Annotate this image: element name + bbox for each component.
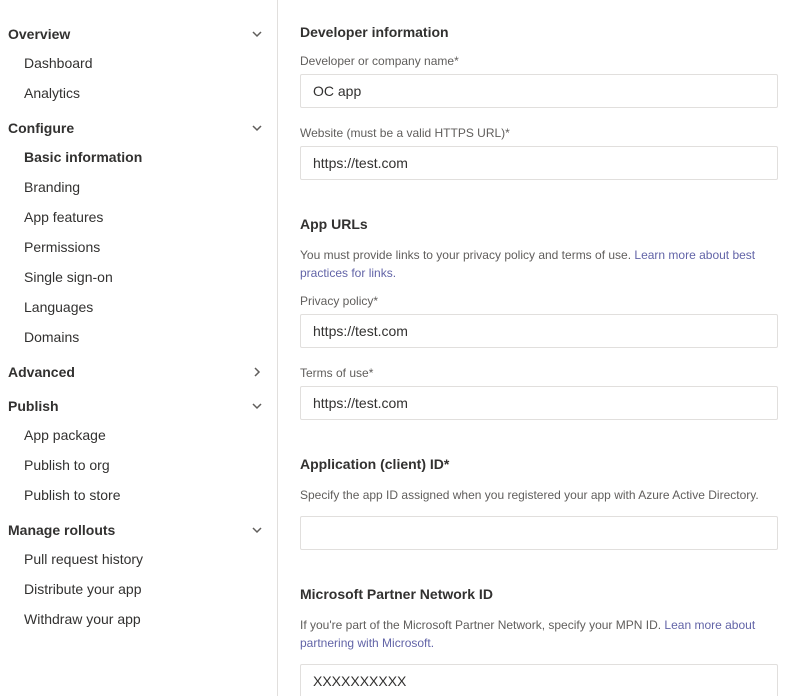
section-app-urls: App URLs You must provide links to your … (300, 216, 778, 420)
sidebar-item-permissions[interactable]: Permissions (0, 232, 277, 262)
desc-text: You must provide links to your privacy p… (300, 248, 634, 262)
chevron-down-icon (251, 122, 263, 134)
section-developer-information: Developer information Developer or compa… (300, 24, 778, 180)
section-desc-app-urls: You must provide links to your privacy p… (300, 246, 778, 282)
field-label-privacy-policy: Privacy policy* (300, 294, 778, 308)
field-company-name: Developer or company name* (300, 54, 778, 108)
field-privacy-policy: Privacy policy* (300, 294, 778, 348)
main-content: Developer information Developer or compa… (278, 0, 800, 696)
mpn-id-input[interactable] (300, 664, 778, 696)
sidebar-item-pull-request-history[interactable]: Pull request history (0, 544, 277, 574)
sidebar-item-basic-information[interactable]: Basic information (0, 142, 277, 172)
field-terms-of-use: Terms of use* (300, 366, 778, 420)
sidebar-item-app-features[interactable]: App features (0, 202, 277, 232)
privacy-policy-input[interactable] (300, 314, 778, 348)
nav-header-configure[interactable]: Configure (0, 114, 277, 142)
sidebar: Overview Dashboard Analytics Configure B… (0, 0, 278, 696)
chevron-right-icon (251, 366, 263, 378)
sidebar-item-dashboard[interactable]: Dashboard (0, 48, 277, 78)
company-name-input[interactable] (300, 74, 778, 108)
nav-group-configure: Configure Basic information Branding App… (0, 114, 277, 352)
section-title-app-urls: App URLs (300, 216, 778, 232)
sidebar-item-analytics[interactable]: Analytics (0, 78, 277, 108)
chevron-down-icon (251, 524, 263, 536)
section-client-id: Application (client) ID* Specify the app… (300, 456, 778, 550)
terms-of-use-input[interactable] (300, 386, 778, 420)
sidebar-item-single-sign-on[interactable]: Single sign-on (0, 262, 277, 292)
nav-header-label: Configure (8, 120, 251, 136)
sidebar-item-publish-to-store[interactable]: Publish to store (0, 480, 277, 510)
nav-header-label: Overview (8, 26, 251, 42)
nav-header-overview[interactable]: Overview (0, 20, 277, 48)
chevron-down-icon (251, 400, 263, 412)
chevron-down-icon (251, 28, 263, 40)
website-input[interactable] (300, 146, 778, 180)
nav-header-label: Manage rollouts (8, 522, 251, 538)
section-title-mpn-id: Microsoft Partner Network ID (300, 586, 778, 602)
nav-group-overview: Overview Dashboard Analytics (0, 20, 277, 108)
section-desc-mpn-id: If you're part of the Microsoft Partner … (300, 616, 778, 652)
section-title-client-id: Application (client) ID* (300, 456, 778, 472)
field-mpn-id (300, 664, 778, 696)
desc-text: If you're part of the Microsoft Partner … (300, 618, 664, 632)
sidebar-item-withdraw-your-app[interactable]: Withdraw your app (0, 604, 277, 634)
nav-group-advanced: Advanced (0, 358, 277, 386)
nav-header-publish[interactable]: Publish (0, 392, 277, 420)
section-desc-client-id: Specify the app ID assigned when you reg… (300, 486, 778, 504)
sidebar-item-branding[interactable]: Branding (0, 172, 277, 202)
sidebar-item-distribute-your-app[interactable]: Distribute your app (0, 574, 277, 604)
field-website: Website (must be a valid HTTPS URL)* (300, 126, 778, 180)
nav-header-advanced[interactable]: Advanced (0, 358, 277, 386)
sidebar-item-domains[interactable]: Domains (0, 322, 277, 352)
section-mpn-id: Microsoft Partner Network ID If you're p… (300, 586, 778, 696)
sidebar-item-app-package[interactable]: App package (0, 420, 277, 450)
nav-group-manage-rollouts: Manage rollouts Pull request history Dis… (0, 516, 277, 634)
nav-header-label: Advanced (8, 364, 251, 380)
nav-group-publish: Publish App package Publish to org Publi… (0, 392, 277, 510)
nav-header-manage-rollouts[interactable]: Manage rollouts (0, 516, 277, 544)
field-label-terms-of-use: Terms of use* (300, 366, 778, 380)
sidebar-item-languages[interactable]: Languages (0, 292, 277, 322)
sidebar-item-publish-to-org[interactable]: Publish to org (0, 450, 277, 480)
field-client-id (300, 516, 778, 550)
field-label-company-name: Developer or company name* (300, 54, 778, 68)
section-title-developer-information: Developer information (300, 24, 778, 40)
field-label-website: Website (must be a valid HTTPS URL)* (300, 126, 778, 140)
client-id-input[interactable] (300, 516, 778, 550)
nav-header-label: Publish (8, 398, 251, 414)
